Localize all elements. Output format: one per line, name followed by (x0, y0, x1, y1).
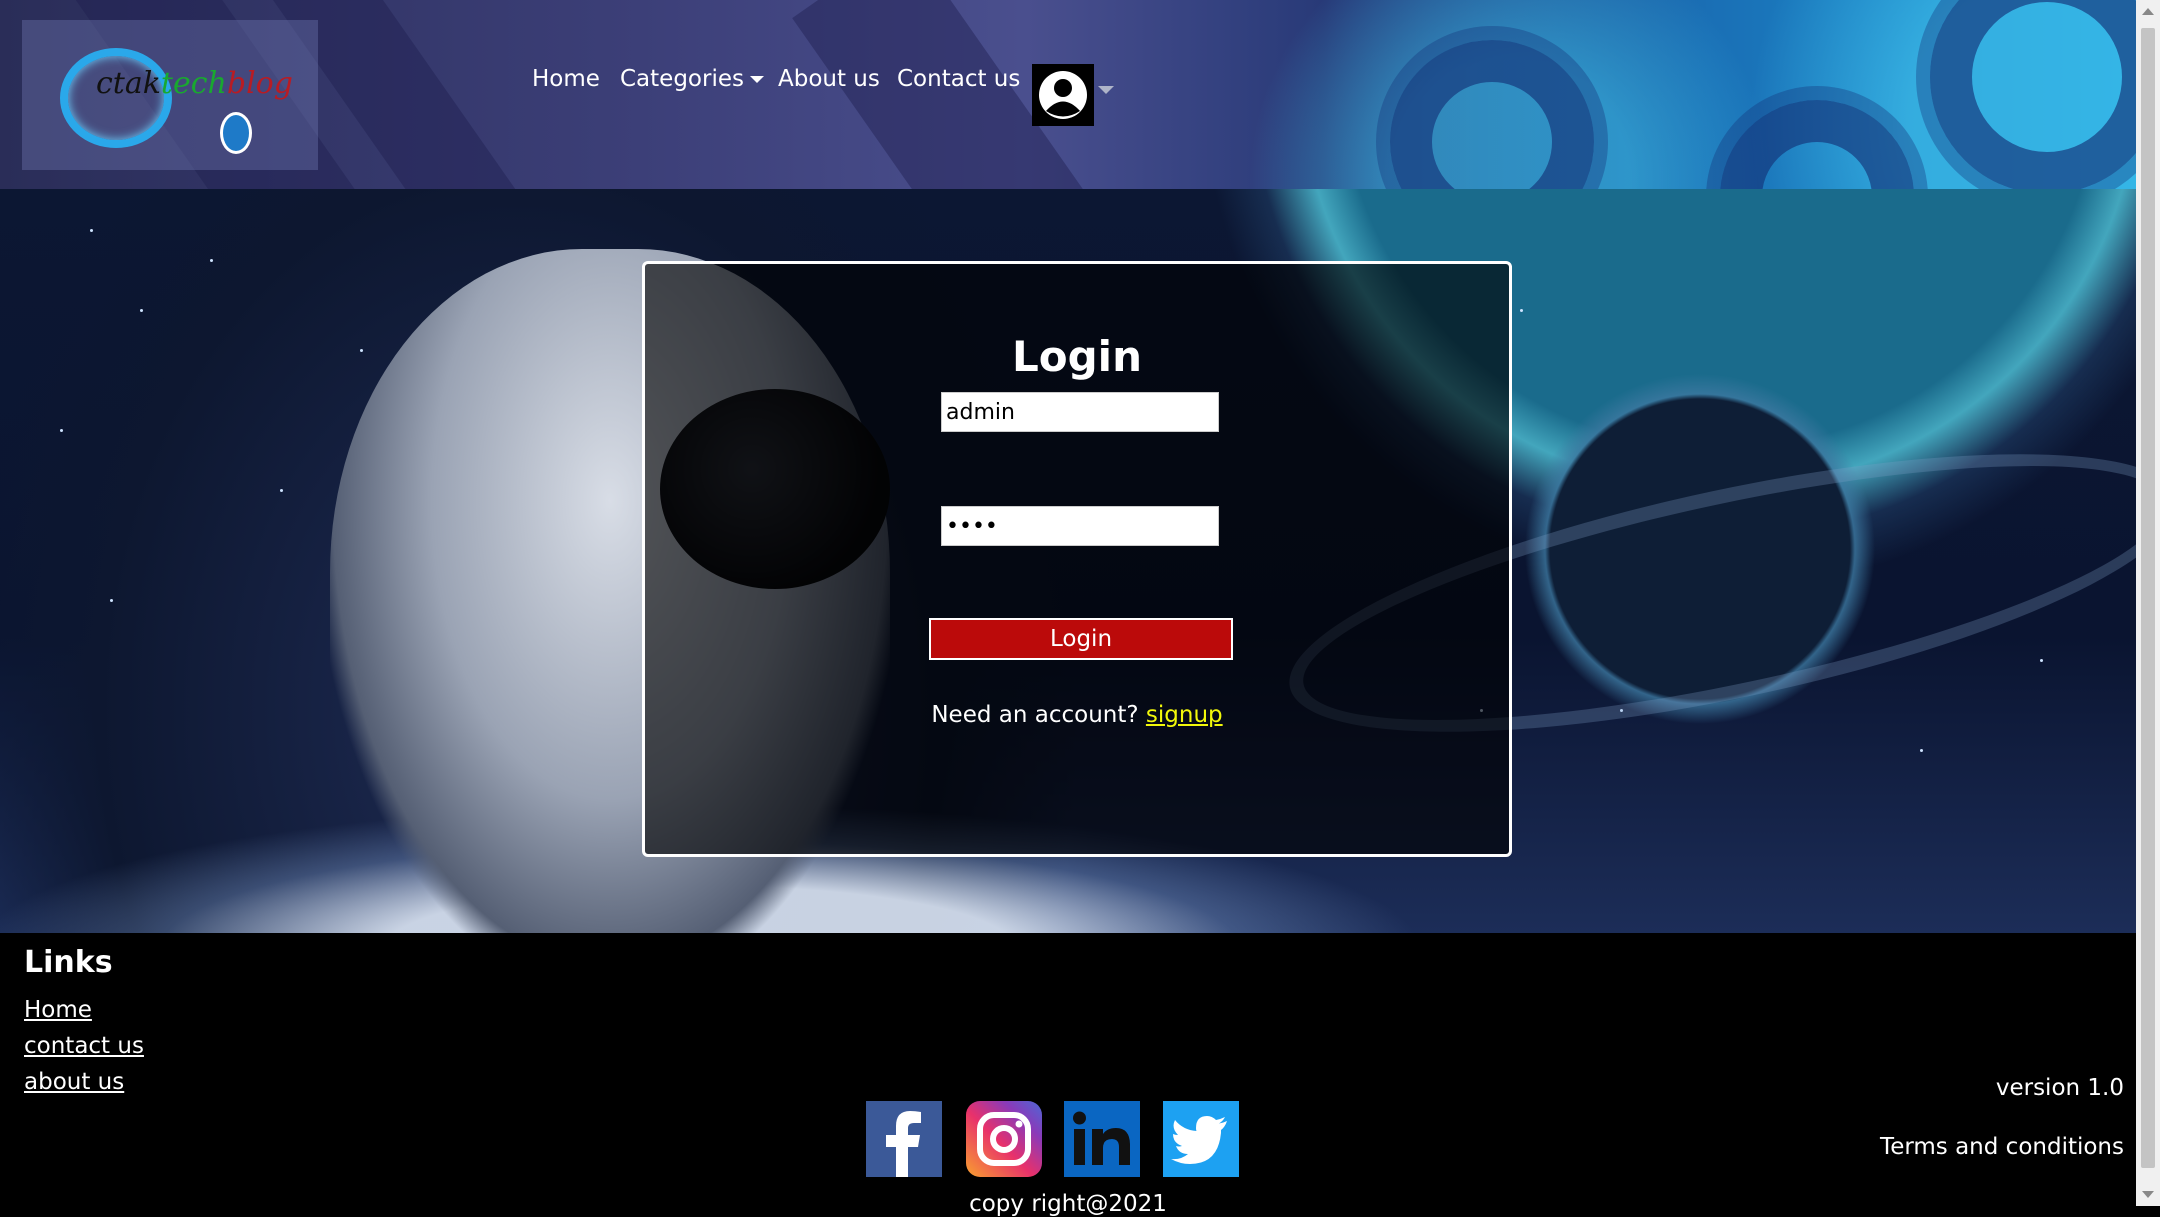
logo-text: ctaktechblog (96, 66, 293, 101)
nav-home[interactable]: Home (532, 66, 600, 92)
nav-categories[interactable]: Categories (620, 66, 764, 92)
username-input[interactable] (941, 392, 1219, 432)
signup-prompt: Need an account? signup (645, 702, 1509, 728)
footer-link-about[interactable]: about us (24, 1069, 124, 1095)
login-button[interactable]: Login (929, 618, 1233, 660)
logo-mark-icon (220, 112, 252, 154)
gear-icon (1720, 100, 1914, 189)
copyright-text: copy right@2021 (969, 1191, 1167, 1217)
header-decor (792, 0, 1148, 189)
gear-icon (1390, 40, 1594, 189)
footer-link-home[interactable]: Home (24, 997, 92, 1023)
vertical-scrollbar[interactable] (2136, 0, 2160, 1206)
scroll-down-icon[interactable] (2142, 1191, 2154, 1198)
login-title: Login (1012, 332, 1142, 381)
instagram-icon[interactable] (966, 1101, 1042, 1177)
nav-contact[interactable]: Contact us (897, 66, 1020, 92)
version-text: version 1.0 (1995, 1075, 2124, 1101)
site-logo[interactable]: ctaktechblog (22, 20, 318, 170)
chevron-down-icon[interactable] (1098, 86, 1114, 94)
nav-about[interactable]: About us (778, 66, 880, 92)
links-heading: Links (24, 945, 113, 980)
need-account-text: Need an account? (931, 702, 1139, 728)
footer-link-contact[interactable]: contact us (24, 1033, 144, 1059)
user-avatar-icon (1039, 71, 1087, 119)
nav-categories-label: Categories (620, 66, 744, 92)
gear-icon (1930, 0, 2136, 189)
signup-link[interactable]: signup (1146, 702, 1223, 728)
chevron-down-icon (749, 76, 764, 83)
login-card: Login Login Need an account? signup (642, 261, 1512, 857)
scroll-up-icon[interactable] (2142, 8, 2154, 15)
terms-link[interactable]: Terms and conditions (1880, 1134, 2124, 1160)
facebook-icon[interactable] (866, 1101, 942, 1177)
twitter-icon[interactable] (1163, 1101, 1239, 1177)
site-header: ctaktechblog Home Categories About us Co… (0, 0, 2136, 189)
scroll-thumb[interactable] (2141, 28, 2155, 1168)
site-footer: Links Home contact us about us version 1… (0, 933, 2136, 1217)
password-input[interactable] (941, 506, 1219, 546)
linkedin-icon[interactable] (1064, 1101, 1140, 1177)
user-menu-button[interactable] (1032, 64, 1094, 126)
